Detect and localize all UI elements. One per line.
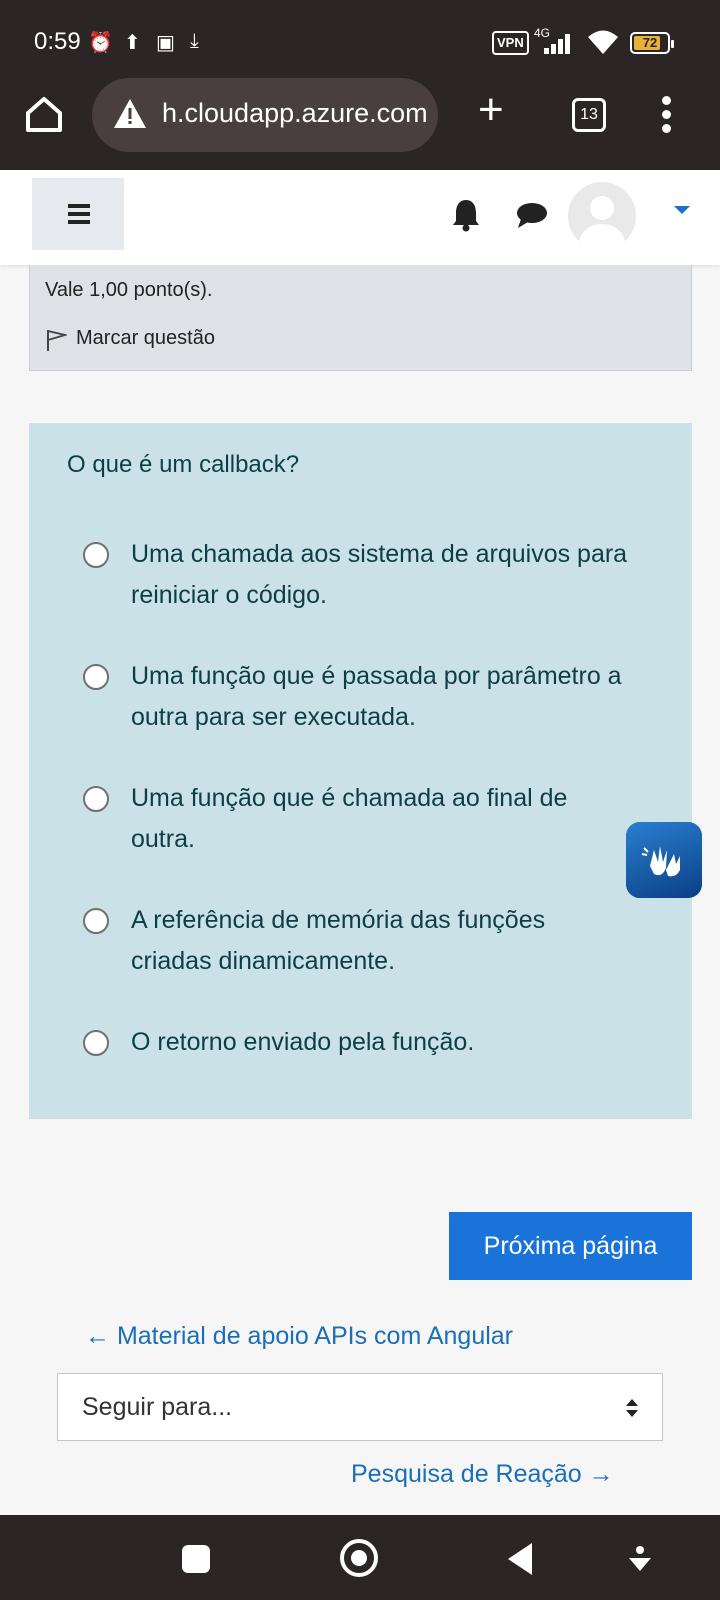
- site-header: [0, 170, 720, 265]
- question-points: Vale 1,00 ponto(s).: [45, 279, 213, 301]
- radio-button[interactable]: [83, 542, 109, 568]
- status-time: 0:59: [34, 28, 81, 55]
- signal-icon: [544, 32, 574, 54]
- radio-button[interactable]: [83, 1030, 109, 1056]
- jump-to-select[interactable]: Seguir para...: [57, 1373, 663, 1441]
- bell-icon[interactable]: [451, 198, 481, 232]
- sign-language-hands-icon: [641, 846, 680, 877]
- flag-question-link[interactable]: Marcar questão: [76, 327, 215, 350]
- previous-activity-link[interactable]: ← Material de apoio APIs com Angular: [85, 1322, 513, 1351]
- vpn-badge: VPN: [492, 31, 529, 55]
- answer-label[interactable]: A referência de memória das funções cria…: [131, 900, 631, 982]
- home-nav-button[interactable]: [340, 1539, 378, 1577]
- radio-button[interactable]: [83, 664, 109, 690]
- home-icon: [26, 97, 62, 132]
- avatar[interactable]: [568, 182, 636, 250]
- home-button[interactable]: [22, 92, 66, 136]
- nav-drawer-button[interactable]: [32, 178, 124, 250]
- url-text[interactable]: h.cloudapp.azure.com: [162, 98, 428, 129]
- browser-chrome: 0:59 ⏰ ⬆ ▣ ⤓ VPN 4G 72 h.cloudapp.azure.…: [0, 0, 720, 170]
- vlibras-accessibility-button[interactable]: [626, 822, 702, 898]
- upload-icon: ⬆: [124, 32, 141, 54]
- download-icon: ⤓: [190, 30, 199, 52]
- browser-menu-button[interactable]: [660, 96, 672, 136]
- recents-button[interactable]: [182, 1545, 210, 1573]
- status-bar: 0:59 ⏰ ⬆ ▣ ⤓ VPN 4G 72: [0, 26, 720, 62]
- tab-switcher-button[interactable]: 13: [572, 98, 606, 132]
- new-tab-button[interactable]: +: [478, 88, 504, 132]
- answer-label[interactable]: Uma função que é chamada ao final de out…: [131, 778, 631, 860]
- wifi-icon: [586, 28, 620, 63]
- address-bar[interactable]: h.cloudapp.azure.com: [92, 78, 438, 152]
- nav-collapse-icon[interactable]: [626, 1545, 654, 1575]
- system-nav-bar: [0, 1515, 720, 1600]
- alarm-icon: ⏰: [88, 32, 113, 54]
- notification-icon: ▣: [156, 32, 175, 54]
- flag-icon[interactable]: [45, 328, 67, 352]
- next-activity-link[interactable]: Pesquisa de Reação →: [351, 1460, 614, 1489]
- question-text: O que é um callback?: [67, 451, 300, 478]
- jump-to-value[interactable]: Seguir para...: [82, 1393, 232, 1422]
- radio-button[interactable]: [83, 786, 109, 812]
- question-box: O que é um callback? Uma chamada aos sis…: [29, 423, 692, 1119]
- warning-icon[interactable]: [112, 96, 148, 132]
- radio-button[interactable]: [83, 908, 109, 934]
- next-page-button[interactable]: Próxima página: [449, 1212, 692, 1280]
- back-button[interactable]: [508, 1543, 532, 1575]
- question-info-panel: Vale 1,00 ponto(s). Marcar questão: [29, 265, 692, 371]
- answer-label[interactable]: Uma função que é passada por parâmetro a…: [131, 656, 631, 738]
- battery-icon: 72: [630, 32, 674, 54]
- select-arrows-icon: [626, 1399, 638, 1417]
- user-menu-caret-icon[interactable]: [674, 206, 690, 214]
- answer-label[interactable]: Uma chamada aos sistema de arquivos para…: [131, 534, 631, 616]
- battery-level: 72: [642, 35, 658, 50]
- chat-icon[interactable]: [515, 200, 549, 230]
- answer-label[interactable]: O retorno enviado pela função.: [131, 1022, 631, 1063]
